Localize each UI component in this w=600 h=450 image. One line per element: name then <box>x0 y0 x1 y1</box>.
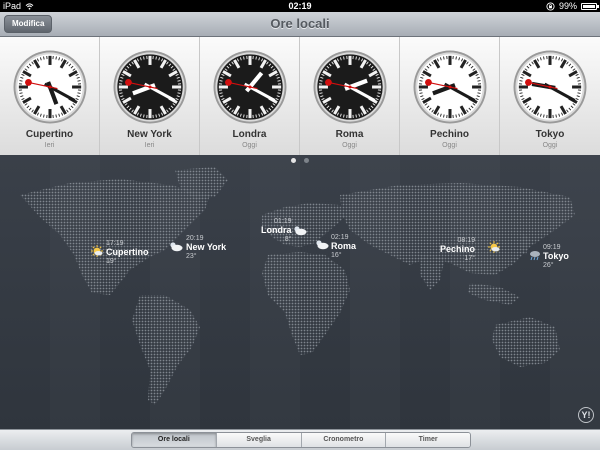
pin-city: Cupertino <box>106 247 149 257</box>
map-pin-pechino[interactable]: 08:19 Pechino 17° <box>440 236 475 263</box>
mode-segmented-control[interactable]: Ore locali Sveglia Cronometro Timer <box>131 432 471 448</box>
edit-button[interactable]: Modifica <box>4 15 53 33</box>
map-pin-londra[interactable]: 01:19 Londra 8° <box>261 217 292 244</box>
australia-shape <box>492 317 560 367</box>
orientation-lock-icon <box>546 1 555 11</box>
clock-face <box>13 50 87 124</box>
clock-new-york[interactable]: New York Ieri <box>100 37 200 155</box>
status-bar: iPad 02:19 99% <box>0 0 600 12</box>
clock-face <box>413 50 487 124</box>
clock-day-label: Oggi <box>542 142 558 149</box>
clock-face <box>513 50 587 124</box>
pin-city: New York <box>186 242 227 252</box>
sunny-icon <box>488 241 500 253</box>
page-dot-2[interactable] <box>304 158 309 163</box>
status-time: 02:19 <box>288 1 312 11</box>
clock-face <box>213 50 287 124</box>
clock-face <box>313 50 387 124</box>
battery-icon <box>581 2 599 10</box>
clock-city-label: Tokyo <box>535 129 565 140</box>
page-dot-1[interactable] <box>291 158 296 163</box>
map-pin-new-york[interactable]: 20:19 New York 23° <box>186 234 226 261</box>
tab-ore-locali[interactable]: Ore locali <box>132 433 217 447</box>
clock-cupertino[interactable]: Cupertino Ieri <box>0 37 100 155</box>
pin-city: Roma <box>331 241 357 251</box>
pin-temperature: 26° <box>543 262 554 269</box>
map-pin-cupertino[interactable]: 17:19 Cupertino 19° <box>106 239 149 266</box>
clock-tokyo[interactable]: Tokyo Oggi <box>500 37 600 155</box>
clock-day-label: Ieri <box>44 142 55 149</box>
navigation-bar: Modifica Ore locali <box>0 12 600 37</box>
world-map-graphic <box>20 167 575 405</box>
pin-temperature: 23° <box>186 253 197 260</box>
pin-city: Pechino <box>440 244 476 254</box>
clock-face <box>113 50 187 124</box>
clock-day-label: Ieri <box>144 142 155 149</box>
map-pin-tokyo[interactable]: 09:19 Tokyo 26° <box>543 243 569 270</box>
yahoo-logo[interactable]: Y! <box>578 407 594 423</box>
tab-sveglia[interactable]: Sveglia <box>216 433 302 447</box>
clock-city-label: Londra <box>232 129 267 140</box>
tab-cronometro[interactable]: Cronometro <box>301 433 387 447</box>
pin-city: Londra <box>261 225 292 235</box>
battery-percent: 99% <box>558 1 577 11</box>
cloud-moon-icon <box>316 240 329 250</box>
pin-temperature: 16° <box>331 252 342 259</box>
cloud-moon-icon <box>170 242 183 252</box>
clock-pechino[interactable]: Pechino Oggi <box>400 37 500 155</box>
tab-bar: Ore locali Sveglia Cronometro Timer <box>0 429 600 450</box>
clock-day-label: Oggi <box>242 142 257 149</box>
clock-roma[interactable]: Roma Oggi <box>300 37 400 155</box>
map-pin-roma[interactable]: 02:19 Roma 16° <box>331 233 356 260</box>
clock-strip[interactable]: Cupertino Ieri New York Ieri Londra Oggi Roma O… <box>0 37 600 155</box>
pin-temperature: 17° <box>464 255 476 262</box>
clock-city-label: Roma <box>335 129 364 140</box>
page-indicator[interactable] <box>0 158 600 163</box>
rain-icon <box>530 251 540 261</box>
page-title: Ore locali <box>270 16 330 31</box>
world-map[interactable]: 17:19 Cupertino 19° 20:19 New York 23° 01:19 Lo… <box>0 155 600 429</box>
sunny-icon <box>91 245 103 257</box>
clock-city-label: Pechino <box>430 129 469 140</box>
pin-city: Tokyo <box>543 251 569 261</box>
tab-timer[interactable]: Timer <box>386 433 470 447</box>
clock-city-label: Cupertino <box>25 129 74 140</box>
cloud-moon-icon <box>294 226 307 236</box>
clock-day-label: Oggi <box>442 142 457 149</box>
pin-temperature: 19° <box>106 258 117 265</box>
clock-city-label: New York <box>127 129 172 140</box>
pin-temperature: 8° <box>284 236 292 243</box>
clock-day-label: Oggi <box>342 142 357 149</box>
clock-londra[interactable]: Londra Oggi <box>200 37 300 155</box>
